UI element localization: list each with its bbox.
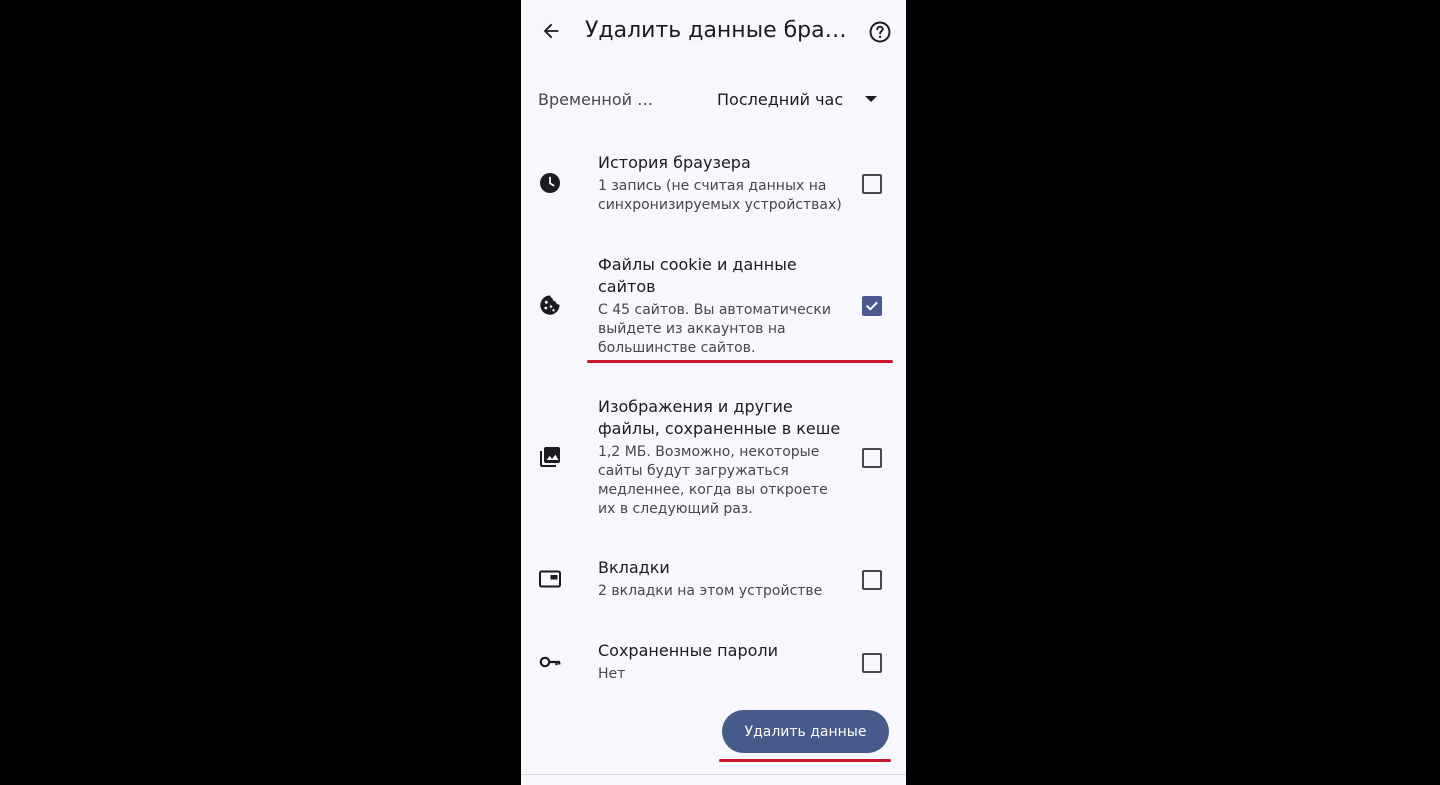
- check-icon: [866, 301, 878, 311]
- dropdown-arrow-icon: [865, 96, 877, 102]
- time-range-label: Временной диапазон: [538, 90, 664, 109]
- item-title: Изображения и другие файлы, сохраненные …: [598, 397, 841, 438]
- page-title: Удалить данные браузера: [585, 18, 853, 43]
- item-title: Сохраненные пароли: [598, 641, 779, 660]
- help-button[interactable]: [867, 19, 893, 45]
- cookies-text: Файлы cookie и данные сайтов С 45 сайтов…: [598, 254, 843, 358]
- tabs-item[interactable]: Вкладки 2 вкладки на этом устройстве: [521, 554, 906, 606]
- annotation-underline: [719, 759, 891, 762]
- time-range-row: Временной диапазон Последний час: [521, 80, 906, 122]
- help-icon: [869, 21, 891, 43]
- cookies-checkbox[interactable]: [862, 296, 882, 316]
- key-icon: [539, 656, 561, 668]
- tabs-icon: [539, 570, 561, 588]
- tabs-text: Вкладки 2 вкладки на этом устройстве: [598, 557, 843, 601]
- saved-passwords-checkbox[interactable]: [862, 653, 882, 673]
- cookie-icon: [540, 295, 560, 315]
- cached-files-checkbox[interactable]: [862, 448, 882, 468]
- cached-files-item[interactable]: Изображения и другие файлы, сохраненные …: [521, 392, 906, 524]
- item-subtitle: С 45 сайтов. Вы автоматически выйдете из…: [598, 302, 831, 356]
- item-subtitle: 1 запись (не считая данных на синхронизи…: [598, 178, 842, 213]
- item-subtitle: 1,2 МБ. Возможно, некоторые сайты будут …: [598, 444, 828, 517]
- cookies-item[interactable]: Файлы cookie и данные сайтов С 45 сайтов…: [521, 250, 906, 362]
- time-range-select[interactable]: Последний час: [711, 80, 891, 122]
- saved-passwords-text: Сохраненные пароли Нет: [598, 640, 843, 684]
- tabs-checkbox[interactable]: [862, 570, 882, 590]
- browsing-history-checkbox[interactable]: [862, 174, 882, 194]
- arrow-back-icon: [543, 23, 559, 39]
- delete-data-button[interactable]: Удалить данные: [722, 710, 889, 753]
- time-range-value: Последний час: [717, 90, 844, 109]
- app-bar: Удалить данные браузера: [521, 0, 906, 64]
- browsing-history-item[interactable]: История браузера 1 запись (не считая дан…: [521, 148, 906, 223]
- saved-passwords-item[interactable]: Сохраненные пароли Нет: [521, 637, 906, 689]
- clear-browsing-data-screen: Удалить данные браузера Временной диапаз…: [521, 0, 906, 785]
- item-title: Файлы cookie и данные сайтов: [598, 255, 797, 296]
- cached-files-text: Изображения и другие файлы, сохраненные …: [598, 396, 843, 519]
- clock-icon: [540, 173, 560, 193]
- back-button[interactable]: [536, 16, 566, 46]
- divider: [521, 774, 906, 775]
- image-icon: [540, 447, 560, 467]
- item-title: История браузера: [598, 153, 751, 172]
- item-title: Вкладки: [598, 558, 670, 577]
- item-subtitle: 2 вкладки на этом устройстве: [598, 583, 823, 599]
- annotation-underline: [587, 360, 893, 363]
- browsing-history-text: История браузера 1 запись (не считая дан…: [598, 152, 843, 215]
- item-subtitle: Нет: [598, 666, 626, 682]
